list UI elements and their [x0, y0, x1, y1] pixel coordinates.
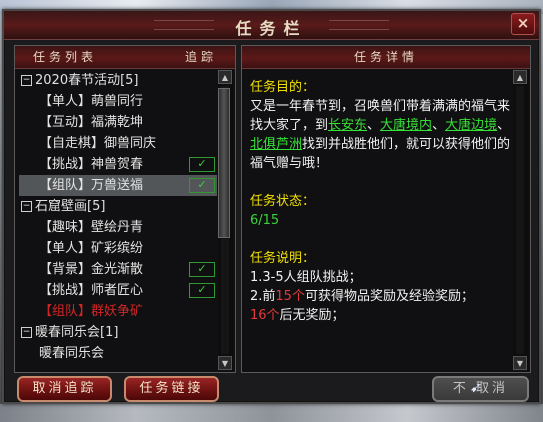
quest-item-label: 【组队】群妖争矿: [39, 304, 144, 319]
tracked-check-icon[interactable]: ✓: [189, 157, 215, 172]
separator: 、: [432, 118, 446, 133]
quest-item-label: 暖春同乐会: [39, 346, 105, 361]
quest-detail-scrollbar[interactable]: ▲ ▼: [513, 70, 528, 370]
quest-item[interactable]: 【组队】群妖争矿: [19, 301, 217, 322]
quest-item-selected[interactable]: 【组队】万兽送福 ✓: [19, 175, 217, 196]
description-line-2: 2.前15个可获得物品奖励及经验奖励；: [250, 287, 512, 306]
quest-item[interactable]: 【单人】萌兽同行: [19, 91, 217, 112]
scroll-thumb[interactable]: [218, 88, 230, 238]
quest-item-label: 【自走棋】御兽同庆: [39, 136, 157, 151]
quest-item[interactable]: 【趣味】壁绘丹青: [19, 217, 217, 238]
category-label: 2020春节活动[5]: [35, 73, 139, 88]
quest-item[interactable]: 【挑战】神兽贺春 ✓: [19, 154, 217, 175]
quest-item[interactable]: 【自走棋】御兽同庆: [19, 133, 217, 154]
quest-item[interactable]: 【挑战】师者匠心 ✓: [19, 280, 217, 301]
description-line-3: 16个后无奖励；: [250, 306, 512, 325]
status-title: 任务状态：: [250, 194, 316, 209]
quest-item[interactable]: 【背景】金光渐散 ✓: [19, 259, 217, 280]
desc-line-2-prefix: 2.前: [250, 289, 276, 304]
quest-detail-body: 任务目的： 又是一年春节到，召唤兽们带着满满的福气来找大家了，到长安东、大唐境内…: [250, 78, 512, 325]
quest-list-header: 任务列表 追踪: [15, 46, 235, 69]
quest-detail-header: 任务详情: [242, 46, 530, 69]
close-button[interactable]: ×: [511, 13, 535, 35]
category-row[interactable]: − 暖春同乐会[1]: [19, 322, 217, 343]
quest-item-label: 【单人】矿彩缤纷: [39, 241, 144, 256]
description-title: 任务说明：: [250, 251, 316, 266]
scroll-up-icon[interactable]: ▲: [513, 70, 527, 84]
quest-item-label: 【互动】福满乾坤: [39, 115, 144, 130]
quest-window: 任务栏 × 任务列表 追踪 − 2020春节活动[5] 【单人】萌兽同行 【互动…: [2, 9, 541, 404]
quest-item-label: 【单人】萌兽同行: [39, 94, 144, 109]
quest-detail-panel: 任务详情 任务目的： 又是一年春节到，召唤兽们带着满满的福气来找大家了，到长安东…: [241, 45, 531, 373]
category-label: 石窟壁画[5]: [35, 199, 106, 214]
quest-item-label: 【背景】金光渐散: [39, 262, 144, 277]
task-link-button[interactable]: 任务链接: [124, 376, 219, 402]
goal-title: 任务目的：: [250, 80, 316, 95]
title-ornament-right: [329, 20, 389, 30]
mouse-cursor-icon: ➹: [470, 380, 482, 396]
desc-line-2-count: 15个: [275, 289, 305, 304]
separator: 、: [497, 118, 511, 133]
header-quest-detail: 任务详情: [353, 50, 418, 64]
window-title: 任务栏: [235, 19, 308, 38]
quest-item[interactable]: 暖春同乐会: [19, 343, 217, 364]
goal-text: 又是一年春节到，召唤兽们带着满满的福气来找大家了，到长安东、大唐境内、大唐边境、…: [250, 97, 512, 173]
quest-item-label: 【组队】万兽送福: [39, 178, 144, 193]
quest-item[interactable]: 【互动】福满乾坤: [19, 112, 217, 133]
category-label: 暖春同乐会[1]: [35, 325, 119, 340]
quest-tree: − 2020春节活动[5] 【单人】萌兽同行 【互动】福满乾坤 【自走棋】御兽同…: [19, 70, 217, 364]
location-link[interactable]: 长安东: [328, 118, 367, 133]
header-track: 追踪: [184, 50, 217, 64]
desc-line-3-count: 16个: [250, 308, 280, 323]
tracked-check-icon[interactable]: ✓: [189, 262, 215, 277]
header-quest-list: 任务列表: [33, 50, 98, 64]
quest-list-scrollbar[interactable]: ▲ ▼: [218, 70, 233, 370]
quest-item-label: 【挑战】师者匠心: [39, 283, 144, 298]
scroll-down-icon[interactable]: ▼: [513, 356, 527, 370]
desc-line-2-suffix: 可获得物品奖励及经验奖励；: [304, 289, 474, 304]
location-link[interactable]: 大唐境内: [380, 118, 432, 133]
untrack-button[interactable]: 取消追踪: [17, 376, 112, 402]
quest-item-label: 【挑战】神兽贺春: [39, 157, 144, 172]
collapse-icon[interactable]: −: [21, 201, 32, 212]
tracked-check-icon[interactable]: ✓: [189, 178, 215, 193]
desc-line-3-suffix: 后无奖励；: [279, 308, 345, 323]
location-link[interactable]: 北俱芦洲: [250, 137, 302, 152]
status-value: 6/15: [250, 213, 280, 228]
tracked-check-icon[interactable]: ✓: [189, 283, 215, 298]
collapse-icon[interactable]: −: [21, 327, 32, 338]
category-row[interactable]: − 石窟壁画[5]: [19, 196, 217, 217]
scene-bottom-strip: [0, 404, 543, 422]
collapse-icon[interactable]: −: [21, 75, 32, 86]
scroll-up-icon[interactable]: ▲: [218, 70, 232, 84]
quest-list-panel: 任务列表 追踪 − 2020春节活动[5] 【单人】萌兽同行 【互动】福满乾坤 …: [14, 45, 236, 373]
location-link[interactable]: 大唐边境: [445, 118, 497, 133]
quest-item-label: 【趣味】壁绘丹青: [39, 220, 144, 235]
scroll-down-icon[interactable]: ▼: [218, 356, 232, 370]
titlebar[interactable]: 任务栏 ×: [4, 11, 539, 40]
separator: 、: [367, 118, 381, 133]
description-line-1: 1.3-5人组队挑战；: [250, 270, 362, 285]
category-row[interactable]: − 2020春节活动[5]: [19, 70, 217, 91]
quest-item[interactable]: 【单人】矿彩缤纷: [19, 238, 217, 259]
scroll-track[interactable]: [516, 86, 524, 354]
